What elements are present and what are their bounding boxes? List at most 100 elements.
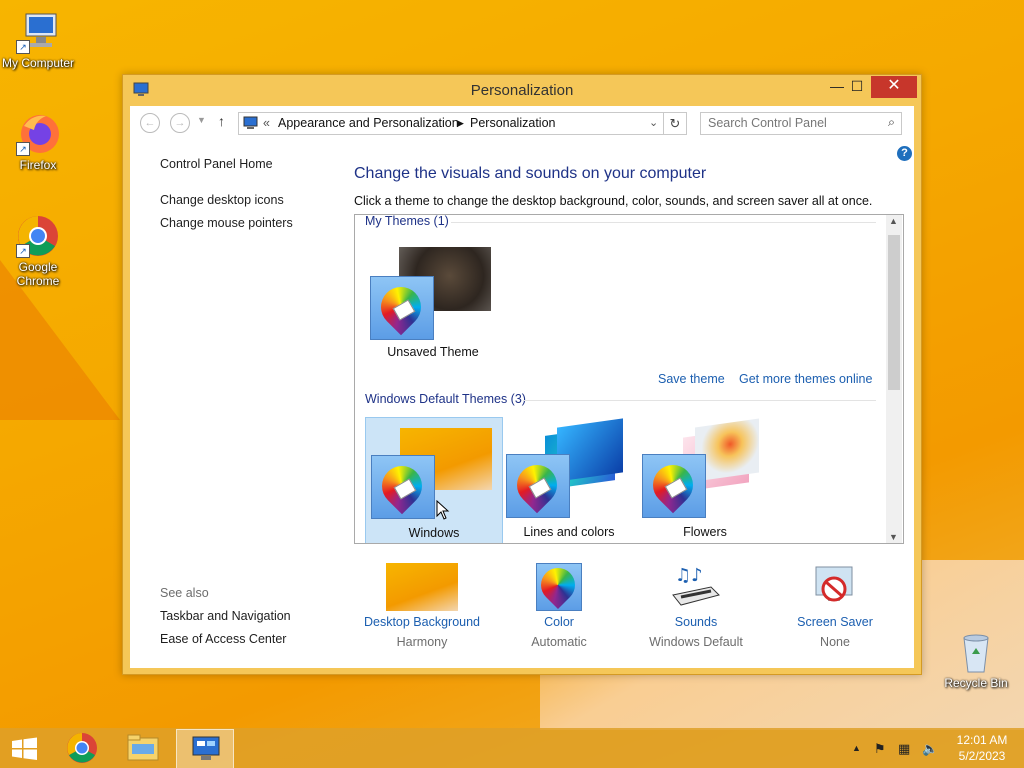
desktop-icon-label: My Computer [1,56,75,70]
sounds-icon: ♫♪ [671,563,721,611]
get-more-themes-link[interactable]: Get more themes online [739,372,872,386]
desktop-background-setting[interactable]: Desktop Background Harmony [357,563,487,649]
screen-saver-icon [810,563,860,611]
setting-value: Automatic [531,635,587,649]
theme-list-scrollbar[interactable]: ▲ ▼ [886,215,902,543]
setting-value: Windows Default [649,635,743,649]
window-title: Personalization [470,82,574,99]
default-themes-label: Windows Default Themes (3) [365,392,526,406]
breadcrumb-appearance[interactable]: Appearance and Personalization [278,116,459,130]
taskbar: ▲ ⚑ ▦ 🔈 12:01 AM 5/2/2023 [0,728,1024,768]
search-input[interactable]: Search Control Panel [708,116,827,130]
ease-of-access-link[interactable]: Ease of Access Center [160,632,286,646]
desktop-icon-label: Google Chrome [16,260,60,288]
my-themes-label: My Themes (1) [365,214,449,228]
change-mouse-pointers-link[interactable]: Change mouse pointers [160,216,293,230]
scroll-up-icon[interactable]: ▲ [889,216,898,226]
save-theme-link[interactable]: Save theme [658,372,725,386]
setting-value: Harmony [396,635,448,649]
change-desktop-icons-link[interactable]: Change desktop icons [160,193,284,207]
maximize-button[interactable]: ☐ [843,76,871,98]
desktop-icon-label: Recycle Bin [944,676,1008,690]
color-swatch-icon [370,276,434,340]
recent-locations-icon[interactable]: ▼ [197,115,206,125]
group-divider [523,400,876,401]
taskbar-navigation-link[interactable]: Taskbar and Navigation [160,609,291,623]
page-heading: Change the visuals and sounds on your co… [354,165,707,182]
setting-label[interactable]: Sounds [631,615,761,629]
setting-label[interactable]: Color [494,615,624,629]
color-swatch-icon [642,454,706,518]
close-button[interactable]: ✕ [871,76,917,98]
refresh-icon[interactable]: ↻ [664,112,687,135]
address-dropdown-icon[interactable]: ⌄ [649,116,658,129]
desktop-icon-my-computer[interactable]: ↗ My Computer [0,10,76,70]
breadcrumb-separator-icon[interactable]: ▶ [457,118,464,129]
desktop-icon-recycle-bin[interactable]: Recycle Bin [938,630,1014,690]
taskbar-control-panel[interactable] [176,729,234,768]
action-center-flag-icon[interactable]: ⚑ [874,741,886,757]
theme-unsaved[interactable]: Unsaved Theme [365,237,501,363]
theme-flowers[interactable]: Flowers [637,417,773,543]
taskbar-chrome[interactable] [54,729,110,767]
chrome-icon [67,733,97,763]
forward-arrow-icon[interactable]: → [170,113,190,133]
color-icon [533,560,583,611]
setting-label[interactable]: Desktop Background [357,615,487,629]
taskbar-clock[interactable]: 12:01 AM 5/2/2023 [947,732,1017,764]
up-arrow-icon[interactable]: ↑ [218,113,225,129]
recycle-bin-icon [954,630,998,674]
control-panel-home-link[interactable]: Control Panel Home [160,157,273,171]
setting-value: None [820,635,850,649]
show-hidden-icons-icon[interactable]: ▲ [852,743,861,753]
navigation-bar: ← → ▼ ↑ « Appearance and Personalization… [130,106,914,140]
setting-label[interactable]: Screen Saver [770,615,900,629]
color-setting[interactable]: Color Automatic [494,560,624,649]
theme-name: Flowers [683,525,727,539]
taskbar-file-explorer[interactable] [115,729,171,767]
personalization-window: Personalization — ☐ ✕ ← → ▼ ↑ « Appearan… [122,74,922,675]
windows-logo-icon [12,737,37,760]
scroll-down-icon[interactable]: ▼ [889,532,898,542]
desktop-icon-label: Firefox [19,158,57,172]
control-panel-icon [192,736,220,760]
theme-list: My Themes (1) Unsaved Theme Save theme G… [354,214,904,544]
svg-text:♫♪: ♫♪ [675,565,703,586]
title-bar[interactable]: Personalization — ☐ ✕ [123,75,921,105]
theme-name: Unsaved Theme [387,345,479,359]
window-client-area: ← → ▼ ↑ « Appearance and Personalization… [130,106,914,668]
group-divider [451,222,876,223]
chrome-icon: ↗ [16,214,60,258]
desktop-background-icon [386,563,458,611]
theme-windows[interactable]: Windows [365,417,503,543]
search-icon[interactable]: ⌕ [888,115,895,130]
theme-lines-and-colors[interactable]: Lines and colors [501,417,637,543]
start-button[interactable] [0,729,50,767]
desktop-icon-firefox[interactable]: ↗ Firefox [0,112,76,172]
search-box[interactable]: Search Control Panel ⌕ [700,112,902,135]
page-subtext: Click a theme to change the desktop back… [354,194,873,208]
color-swatch-icon [371,455,435,519]
firefox-icon: ↗ [16,112,60,156]
mouse-cursor-icon [436,499,450,525]
see-also-heading: See also [160,586,209,600]
back-arrow-icon[interactable]: ← [140,113,160,133]
computer-icon: ↗ [16,10,60,54]
desktop-icon-chrome[interactable]: ↗ Google Chrome [0,214,76,288]
address-control-panel-icon [243,116,258,132]
help-icon[interactable]: ? [897,146,912,161]
theme-name: Windows [408,526,460,540]
network-icon[interactable]: ▦ [898,741,910,757]
theme-name: Lines and colors [523,525,615,539]
address-prefix: « [263,116,270,130]
screen-saver-setting[interactable]: Screen Saver None [770,563,900,649]
color-swatch-icon [506,454,570,518]
scrollbar-thumb[interactable] [888,235,900,390]
clock-date: 5/2/2023 [958,749,1006,763]
address-bar[interactable]: « Appearance and Personalization ▶ Perso… [238,112,664,135]
folder-icon [127,734,159,761]
clock-time: 12:01 AM [956,733,1008,747]
sounds-setting[interactable]: ♫♪ Sounds Windows Default [631,563,761,649]
breadcrumb-personalization[interactable]: Personalization [470,116,555,130]
volume-muted-icon[interactable]: 🔈 [922,741,938,757]
